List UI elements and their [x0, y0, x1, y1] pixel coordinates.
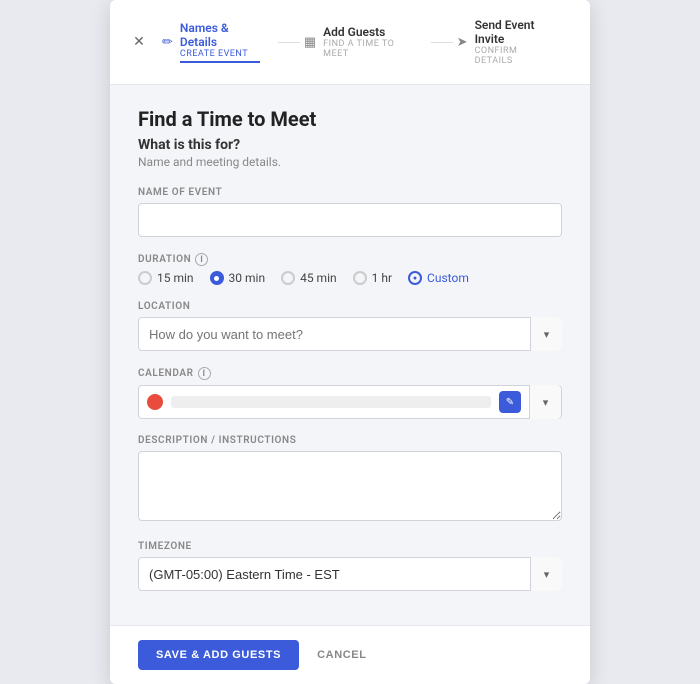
calendar-label: Calendar i: [138, 367, 562, 380]
chevron-down-icon-tz: ▾: [544, 568, 550, 581]
calendar-text: [171, 396, 491, 408]
radio-30min: [210, 271, 224, 285]
location-input[interactable]: [138, 317, 562, 351]
step2-title: Add Guests: [323, 25, 413, 39]
calendar-edit-button[interactable]: ✎: [499, 391, 521, 413]
step1-icon: ✏: [162, 35, 173, 50]
duration-info-icon[interactable]: i: [195, 253, 208, 266]
footer: Save & Add Guests Cancel: [110, 625, 590, 684]
save-add-guests-button[interactable]: Save & Add Guests: [138, 640, 299, 670]
close-icon: ✕: [133, 34, 145, 50]
modal-container: ✕ ✏ Names & Details Create Event ▦ Add G…: [110, 0, 590, 684]
duration-options: 15 min 30 min 45 min 1 hr Custom: [138, 271, 562, 285]
timezone-dropdown-button[interactable]: ▾: [530, 557, 562, 591]
chevron-down-icon-cal: ▾: [543, 396, 549, 409]
radio-custom: [408, 271, 422, 285]
step-names-details[interactable]: ✏ Names & Details Create Event: [162, 17, 274, 67]
step-send-invite[interactable]: ➤ Send Event Invite Confirm Details: [457, 14, 572, 70]
duration-45min[interactable]: 45 min: [281, 271, 337, 285]
steps-bar: ✕ ✏ Names & Details Create Event ▦ Add G…: [110, 0, 590, 85]
location-label: Location: [138, 301, 562, 312]
close-button[interactable]: ✕: [128, 31, 150, 53]
step2-sub: Find a Time to Meet: [323, 39, 413, 59]
description-textarea[interactable]: [138, 451, 562, 521]
duration-label: Duration i: [138, 253, 562, 266]
step2-icon: ▦: [304, 35, 316, 50]
calendar-group: Calendar i ✎ ▾: [138, 367, 562, 419]
event-name-label: Name of Event: [138, 187, 562, 198]
steps-container: ✏ Names & Details Create Event ▦ Add Gue…: [162, 14, 572, 70]
calendar-dropdown-button[interactable]: ▾: [529, 385, 561, 419]
calendar-color-dot: [147, 394, 163, 410]
calendar-info-icon[interactable]: i: [198, 367, 211, 380]
form-content: Find a Time to Meet What is this for? Na…: [110, 85, 590, 625]
step1-sub: Create Event: [180, 49, 260, 59]
step3-sub: Confirm Details: [475, 46, 558, 66]
description-label: Description / Instructions: [138, 435, 562, 446]
calendar-input-wrapper[interactable]: ✎ ▾: [138, 385, 562, 419]
step2-text: Add Guests Find a Time to Meet: [323, 25, 413, 59]
page-title: Find a Time to Meet: [138, 107, 562, 131]
location-input-wrapper: ▾: [138, 317, 562, 351]
description-group: Description / Instructions: [138, 435, 562, 525]
radio-15min: [138, 271, 152, 285]
cancel-button[interactable]: Cancel: [317, 649, 366, 661]
section-title: What is this for?: [138, 137, 562, 153]
duration-group: Duration i 15 min 30 min 45 min: [138, 253, 562, 285]
radio-45min: [281, 271, 295, 285]
step1-text: Names & Details Create Event: [180, 21, 260, 63]
duration-1hr-label: 1 hr: [372, 271, 392, 285]
step-divider-2: [431, 42, 453, 43]
edit-icon: ✎: [506, 397, 514, 408]
timezone-label: Timezone: [138, 541, 562, 552]
section-sub: Name and meeting details.: [138, 155, 562, 169]
timezone-group: Timezone ▾: [138, 541, 562, 591]
location-dropdown-button[interactable]: ▾: [530, 317, 562, 351]
step-divider-1: [278, 42, 300, 43]
timezone-input-wrapper: ▾: [138, 557, 562, 591]
duration-custom[interactable]: Custom: [408, 271, 469, 285]
duration-1hr[interactable]: 1 hr: [353, 271, 392, 285]
step3-icon: ➤: [457, 35, 468, 50]
step3-title: Send Event Invite: [475, 18, 558, 46]
duration-45min-label: 45 min: [300, 271, 337, 285]
step-add-guests[interactable]: ▦ Add Guests Find a Time to Meet: [304, 21, 427, 63]
duration-15min[interactable]: 15 min: [138, 271, 194, 285]
timezone-input[interactable]: [138, 557, 562, 591]
duration-custom-label: Custom: [427, 271, 469, 285]
event-name-input[interactable]: [138, 203, 562, 237]
duration-15min-label: 15 min: [157, 271, 194, 285]
event-name-group: Name of Event: [138, 187, 562, 237]
step3-text: Send Event Invite Confirm Details: [475, 18, 558, 66]
duration-30min[interactable]: 30 min: [210, 271, 266, 285]
step1-title: Names & Details: [180, 21, 260, 49]
location-group: Location ▾: [138, 301, 562, 351]
chevron-down-icon: ▾: [544, 328, 550, 341]
radio-1hr: [353, 271, 367, 285]
duration-30min-label: 30 min: [229, 271, 266, 285]
